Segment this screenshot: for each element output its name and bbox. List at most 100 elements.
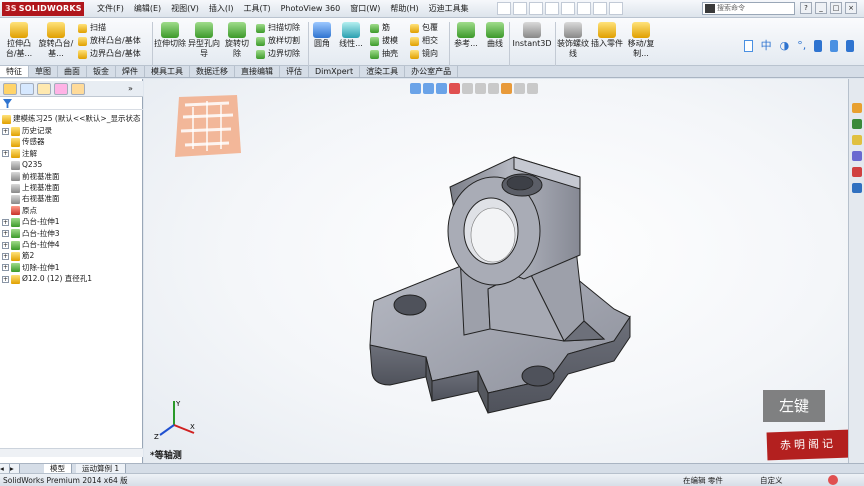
menu-help[interactable]: 帮助(H) bbox=[385, 0, 423, 18]
select-icon[interactable] bbox=[577, 2, 591, 15]
wrap-button[interactable]: 包覆 bbox=[410, 22, 438, 34]
tree-root[interactable]: 建模练习25 (默认<<默认>_显示状态 bbox=[2, 113, 140, 124]
feature-manager-tab-icon[interactable] bbox=[3, 83, 17, 95]
resources-icon[interactable] bbox=[852, 103, 862, 113]
expand-toggle-icon[interactable]: + bbox=[2, 150, 9, 158]
minimize-icon[interactable]: _ bbox=[815, 2, 827, 14]
keyboard-icon[interactable] bbox=[814, 40, 823, 52]
dimxpert-manager-tab-icon[interactable] bbox=[54, 83, 68, 95]
menu-view[interactable]: 视图(V) bbox=[166, 0, 204, 18]
tree-filter[interactable] bbox=[0, 98, 143, 110]
property-manager-tab-icon[interactable] bbox=[20, 83, 34, 95]
curves-button[interactable]: 曲线 bbox=[483, 22, 507, 49]
menu-photoview[interactable]: PhotoView 360 bbox=[276, 0, 346, 18]
solidworks-logo[interactable]: 3S SOLIDWORKS bbox=[2, 2, 84, 16]
shell-button[interactable]: 抽壳 bbox=[370, 48, 398, 60]
tab-mold-tools[interactable]: 模具工具 bbox=[145, 66, 190, 77]
tree-item[interactable]: 上视基准面 bbox=[2, 182, 60, 193]
instant3d-button[interactable]: Instant3D bbox=[511, 22, 553, 49]
punctuation-icon[interactable]: °, bbox=[797, 40, 806, 54]
sweep-cut-button[interactable]: 扫描切除 bbox=[256, 22, 300, 34]
notification-icon[interactable] bbox=[828, 475, 838, 485]
configuration-manager-tab-icon[interactable] bbox=[37, 83, 51, 95]
tree-item[interactable]: 右视基准面 bbox=[2, 193, 60, 204]
expand-toggle-icon[interactable]: + bbox=[2, 241, 9, 249]
boundary-boss-button[interactable]: 边界凸台/基体 bbox=[78, 48, 141, 60]
tools-icon[interactable] bbox=[846, 40, 854, 52]
menu-window[interactable]: 窗口(W) bbox=[345, 0, 385, 18]
tab-evaluate[interactable]: 评估 bbox=[280, 66, 309, 77]
menu-insert[interactable]: 插入(I) bbox=[204, 0, 239, 18]
expand-toggle-icon[interactable]: + bbox=[2, 218, 9, 226]
tab-sketch[interactable]: 草图 bbox=[29, 66, 58, 77]
graphics-area[interactable]: Y X Z *等轴测 左键 赤明阁记 bbox=[144, 79, 848, 463]
insert-part-button[interactable]: 插入零件 bbox=[591, 22, 623, 49]
extrude-boss-button[interactable]: 拉伸凸台/基... bbox=[2, 22, 36, 59]
appearances-icon[interactable] bbox=[852, 167, 862, 177]
tree-item[interactable]: + 凸台-拉伸3 bbox=[2, 228, 59, 239]
move-copy-button[interactable]: 移动/复制... bbox=[625, 22, 657, 59]
custom-units-status[interactable]: 自定义 bbox=[760, 474, 783, 486]
tree-item[interactable]: + 切除-拉伸1 bbox=[2, 262, 59, 273]
tab-sheet-metal[interactable]: 钣金 bbox=[87, 66, 116, 77]
expand-panel-icon[interactable]: » bbox=[128, 83, 142, 95]
revolve-cut-button[interactable]: 旋转切除 bbox=[222, 22, 252, 59]
tab-features[interactable]: 特征 bbox=[0, 66, 29, 77]
custom-properties-icon[interactable] bbox=[852, 183, 862, 193]
menu-edit[interactable]: 编辑(E) bbox=[129, 0, 166, 18]
loft-boss-button[interactable]: 放样凸台/基体 bbox=[78, 35, 141, 47]
restore-icon[interactable]: □ bbox=[830, 2, 842, 14]
expand-toggle-icon[interactable]: + bbox=[2, 264, 9, 272]
undo-icon[interactable] bbox=[561, 2, 575, 15]
tab-surfaces[interactable]: 曲面 bbox=[58, 66, 87, 77]
tree-item[interactable]: + Ø12.0 (12) 直径孔1 bbox=[2, 273, 92, 284]
close-icon[interactable]: × bbox=[845, 2, 857, 14]
rebuild-icon[interactable] bbox=[593, 2, 607, 15]
tree-item[interactable]: + 凸台-拉伸4 bbox=[2, 239, 59, 250]
hole-wizard-button[interactable]: 异型孔向导 bbox=[188, 22, 220, 59]
tree-item[interactable]: 传感器 bbox=[2, 136, 45, 147]
shirt-icon[interactable] bbox=[830, 40, 839, 52]
menu-maidi-tools[interactable]: 迈迪工具集 bbox=[424, 0, 474, 18]
intersect-button[interactable]: 相交 bbox=[410, 35, 438, 47]
cosmetic-thread-button[interactable]: 装饰螺纹线 bbox=[557, 22, 589, 59]
tree-item[interactable]: 前视基准面 bbox=[2, 171, 60, 182]
display-manager-tab-icon[interactable] bbox=[71, 83, 85, 95]
reference-geometry-button[interactable]: 参考... bbox=[451, 22, 481, 49]
mirror-button[interactable]: 镜向 bbox=[410, 48, 438, 60]
tab-direct-editing[interactable]: 直接编辑 bbox=[235, 66, 280, 77]
draft-button[interactable]: 拔模 bbox=[370, 35, 398, 47]
expand-toggle-icon[interactable]: + bbox=[2, 252, 9, 260]
loft-cut-button[interactable]: 放样切割 bbox=[256, 35, 300, 47]
design-library-icon[interactable] bbox=[852, 119, 862, 129]
moon-icon[interactable]: ◑ bbox=[780, 40, 790, 54]
fillet-button[interactable]: 圆角 bbox=[310, 22, 334, 49]
grid-icon[interactable] bbox=[744, 40, 753, 52]
panel-horizontal-scrollbar[interactable] bbox=[0, 448, 143, 457]
boundary-cut-button[interactable]: 边界切除 bbox=[256, 48, 300, 60]
view-palette-icon[interactable] bbox=[852, 151, 862, 161]
tab-weldments[interactable]: 焊件 bbox=[116, 66, 145, 77]
linear-pattern-button[interactable]: 线性... bbox=[336, 22, 366, 49]
tree-item[interactable]: + 凸台-拉伸1 bbox=[2, 216, 59, 227]
tree-item[interactable]: Q235 bbox=[2, 159, 42, 170]
revolve-boss-button[interactable]: 旋转凸台/基... bbox=[38, 22, 74, 59]
tab-dimxpert[interactable]: DimXpert bbox=[309, 66, 361, 77]
file-explorer-icon[interactable] bbox=[852, 135, 862, 145]
tree-item[interactable]: + 注解 bbox=[2, 148, 37, 159]
save-icon[interactable] bbox=[529, 2, 543, 15]
options-icon[interactable] bbox=[609, 2, 623, 15]
tree-item[interactable]: + 筋2 bbox=[2, 250, 34, 261]
rib-button[interactable]: 筋 bbox=[370, 22, 390, 34]
menu-file[interactable]: 文件(F) bbox=[92, 0, 129, 18]
expand-toggle-icon[interactable]: + bbox=[2, 275, 9, 283]
print-icon[interactable] bbox=[545, 2, 559, 15]
menu-tools[interactable]: 工具(T) bbox=[238, 0, 275, 18]
tab-office-products[interactable]: 办公室产品 bbox=[405, 66, 459, 77]
expand-toggle-icon[interactable]: + bbox=[2, 230, 9, 238]
extrude-cut-button[interactable]: 拉伸切除 bbox=[154, 22, 186, 49]
chinese-input-icon[interactable]: 中 bbox=[761, 40, 772, 54]
tree-item[interactable]: + 历史记录 bbox=[2, 125, 52, 136]
tab-render-tools[interactable]: 渲染工具 bbox=[360, 66, 406, 77]
new-file-icon[interactable] bbox=[497, 2, 511, 15]
